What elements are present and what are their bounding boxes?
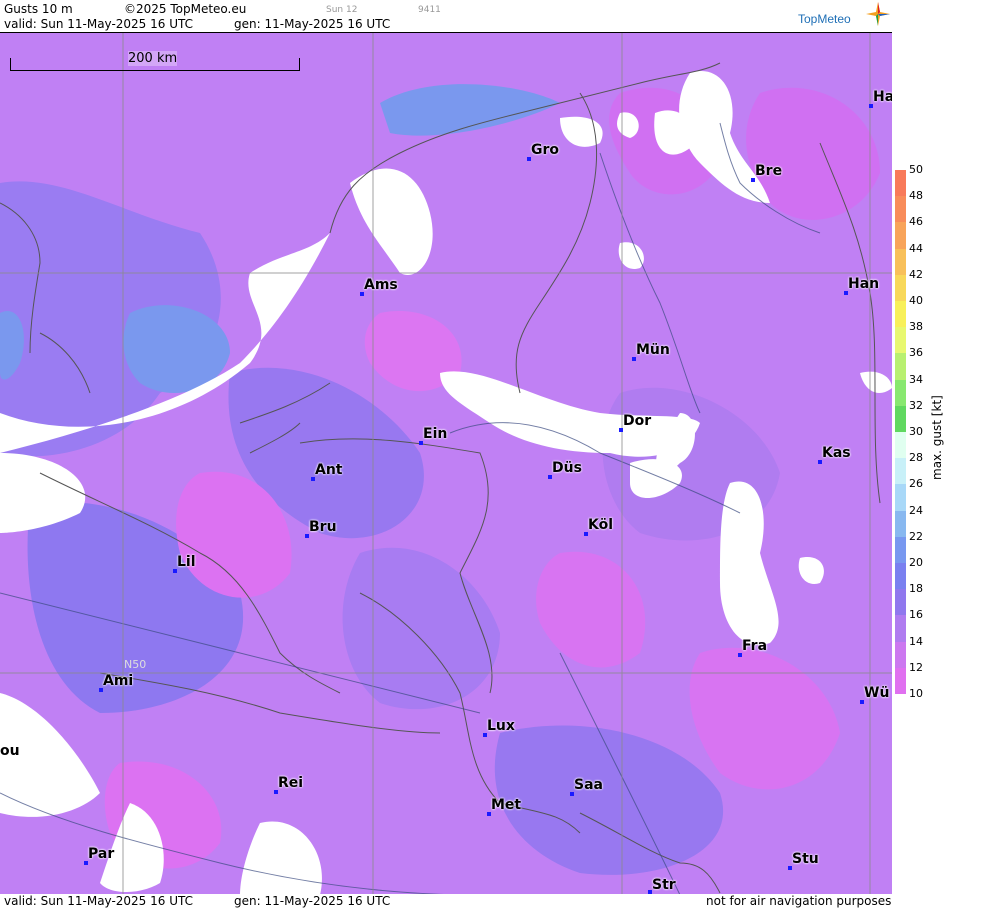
- legend-swatch: [895, 222, 906, 249]
- city-label: Han: [848, 276, 880, 292]
- legend-tick-label: 18: [909, 582, 923, 596]
- brand-logo: TopMeteo: [798, 12, 851, 26]
- city-label: Par: [88, 846, 115, 862]
- legend-swatch: [895, 196, 906, 223]
- product-title: Gusts 10 m: [4, 2, 73, 16]
- header-bar: Gusts 10 m ©2025 TopMeteo.eu Sun 12 9411…: [0, 0, 892, 32]
- legend-tick-label: 38: [909, 320, 923, 334]
- city-label: Ha: [873, 89, 895, 105]
- city-label: Bru: [309, 519, 337, 535]
- legend-tick-label: 32: [909, 398, 923, 412]
- legend-tick-label: 28: [909, 451, 923, 465]
- legend-swatch: [895, 327, 906, 354]
- compass-star-icon: [866, 2, 890, 26]
- city-label: Ein: [423, 426, 448, 442]
- legend-tick-label: 44: [909, 241, 923, 255]
- city-label: Dor: [623, 413, 652, 429]
- city-label: Ant: [315, 462, 343, 478]
- legend-swatch: [895, 484, 906, 511]
- valid-time: valid: Sun 11-May-2025 16 UTC: [4, 17, 193, 31]
- legend-tick-label: 30: [909, 425, 923, 438]
- legend-tick-label: 48: [909, 189, 923, 203]
- legend-swatch: [895, 589, 906, 616]
- legend-swatch: [895, 510, 906, 537]
- city-label: Köl: [588, 517, 614, 533]
- legend-tick-label: 20: [909, 556, 923, 569]
- legend-swatch: [895, 405, 906, 432]
- city-label: Lil: [177, 554, 196, 570]
- legend-tick-label: 46: [909, 215, 923, 229]
- copyright: ©2025 TopMeteo.eu: [124, 2, 247, 16]
- legend-swatch: [895, 615, 906, 642]
- legend-tick-label: 14: [909, 634, 923, 648]
- legend-tick-label: 22: [909, 529, 923, 543]
- legend-tick-label: 10: [909, 687, 923, 700]
- city-label: Bre: [755, 163, 783, 179]
- footer-bar: valid: Sun 11-May-2025 16 UTC gen: 11-Ma…: [0, 894, 892, 909]
- legend-tick-label: 16: [909, 608, 923, 622]
- legend-swatch: [895, 248, 906, 275]
- legend-swatch: [895, 458, 906, 485]
- legend-swatch: [895, 563, 906, 590]
- legend-swatch: [895, 379, 906, 406]
- city-label: Ams: [364, 277, 398, 293]
- legend-tick-label: 50: [909, 163, 923, 176]
- city-label: Met: [491, 797, 522, 813]
- city-label: Stu: [792, 851, 819, 867]
- generated-time: gen: 11-May-2025 16 UTC: [234, 17, 391, 31]
- legend-swatch: [895, 667, 906, 694]
- city-label: Kas: [822, 445, 851, 461]
- city-label: Rei: [278, 775, 304, 791]
- legend-tick-label: 12: [909, 660, 923, 674]
- gust-map[interactable]: [0, 32, 892, 896]
- legend-swatch: [895, 170, 906, 197]
- legend-tick-label: 42: [909, 267, 923, 281]
- legend-swatch: [895, 274, 906, 301]
- latitude-label: N50: [124, 658, 147, 671]
- legend-swatch: [895, 353, 906, 380]
- legend-tick-label: 40: [909, 294, 923, 307]
- city-label: Saa: [574, 777, 603, 793]
- legend-tick-label: 34: [909, 372, 923, 386]
- legend-swatch: [895, 641, 906, 668]
- city-label: Gro: [531, 142, 560, 158]
- city-label: Ami: [103, 673, 134, 689]
- city-label: Mün: [636, 342, 670, 358]
- city-label: Lux: [487, 718, 515, 734]
- legend-tick-label: 36: [909, 346, 923, 360]
- legend-unit: max. gust [kt]: [930, 395, 944, 480]
- city-label: Düs: [552, 460, 582, 476]
- footer-generated-time: gen: 11-May-2025 16 UTC: [234, 894, 391, 908]
- city-label: Wü: [864, 685, 890, 701]
- day-code: Sun 12: [326, 5, 358, 15]
- run-code: 9411: [418, 5, 441, 15]
- legend-swatch: [895, 432, 906, 459]
- city-label: Fra: [742, 638, 768, 654]
- legend-swatch: [895, 301, 906, 328]
- legend-tick-label: 24: [909, 503, 923, 517]
- scale-label: 200 km: [128, 51, 178, 66]
- legend-swatch: [895, 536, 906, 563]
- city-label: Str: [652, 877, 676, 893]
- disclaimer: not for air navigation purposes: [706, 894, 892, 908]
- city-label: ou: [0, 743, 20, 759]
- footer-valid-time: valid: Sun 11-May-2025 16 UTC: [4, 894, 193, 908]
- legend-tick-label: 26: [909, 477, 923, 491]
